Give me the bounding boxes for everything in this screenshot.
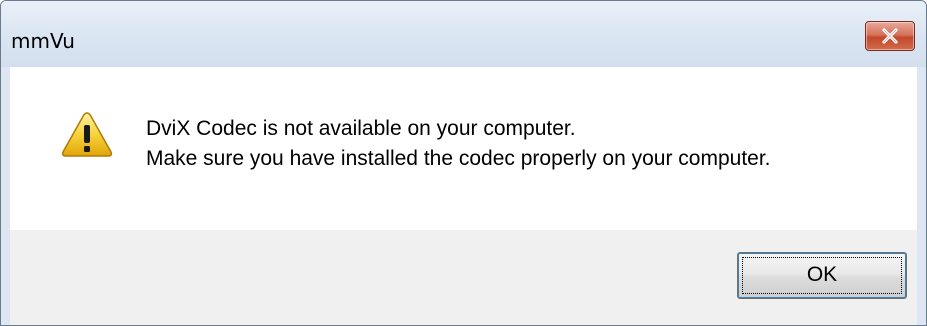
title-bar[interactable]: mmVu (1, 1, 926, 67)
ok-button[interactable]: OK (737, 252, 907, 299)
close-button[interactable] (865, 21, 915, 51)
dialog-window: mmVu DviX Codec is not available on your… (0, 0, 927, 326)
close-icon (882, 28, 898, 44)
warning-icon (61, 112, 113, 157)
ok-button-label: OK (806, 263, 838, 286)
message-line-2: Make sure you have installed the codec p… (146, 147, 771, 170)
window-title: mmVu (11, 29, 75, 53)
message-area: DviX Codec is not available on your comp… (10, 67, 917, 230)
message-line-1: DviX Codec is not available on your comp… (146, 117, 576, 140)
button-bar: OK (10, 230, 917, 325)
